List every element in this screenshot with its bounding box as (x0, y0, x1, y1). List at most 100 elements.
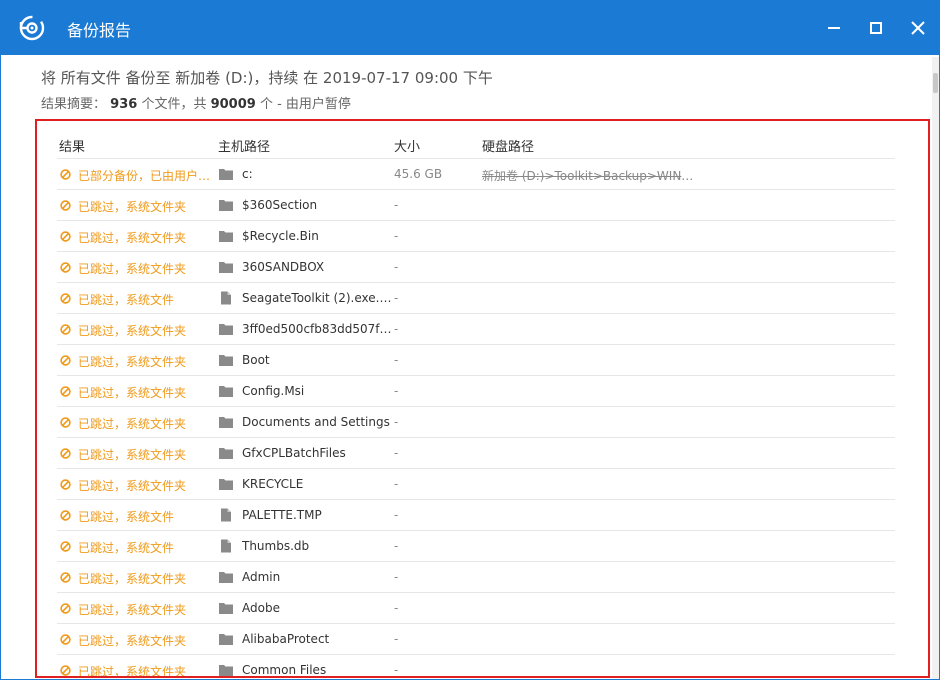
row-disk-path[interactable]: 新加卷 (D:)>Toolkit>Backup>WIN7-PC>c (482, 167, 697, 184)
skipped-status-icon (60, 293, 71, 304)
table-row[interactable]: 已跳过，系统文件夹 Config.Msi - (57, 376, 895, 407)
column-header-disk-path[interactable]: 硬盘路径 (482, 136, 534, 155)
row-size: - (394, 477, 399, 491)
skipped-status-icon (60, 200, 71, 211)
file-icon (218, 291, 234, 305)
row-result: 已跳过，系统文件夹 (78, 572, 187, 586)
row-result: 已部分备份，已由用户暂停 (78, 169, 218, 183)
folder-icon (218, 229, 234, 243)
skipped-status-icon (60, 355, 71, 366)
maximize-button[interactable] (863, 15, 889, 41)
skipped-status-icon (60, 510, 71, 521)
table-header: 结果 主机路径 大小 硬盘路径 (57, 127, 895, 159)
row-size: - (394, 291, 399, 305)
table-row[interactable]: 已跳过，系统文件夹 Adobe - (57, 593, 895, 624)
row-host-path: GfxCPLBatchFiles (242, 446, 346, 460)
row-result: 已跳过，系统文件 (78, 510, 175, 524)
result-summary-mid: 个文件，共 (141, 97, 207, 112)
row-size: - (394, 415, 399, 429)
row-host-path: Thumbs.db (242, 539, 310, 553)
row-host-path: Adobe (242, 601, 280, 615)
row-size: - (394, 601, 399, 615)
close-button[interactable] (905, 15, 931, 41)
row-size: - (394, 353, 399, 367)
table-row[interactable]: 已跳过，系统文件夹 360SANDBOX - (57, 252, 895, 283)
skipped-status-icon (60, 417, 71, 428)
row-result: 已跳过，系统文件夹 (78, 262, 187, 276)
column-header-result[interactable]: 结果 (59, 136, 85, 155)
backup-summary: 将 所有文件 备份至 新加卷 (D:)，持续 在 2019-07-17 09:0… (41, 67, 493, 112)
row-host-path: Boot (242, 353, 270, 367)
folder-icon (218, 322, 234, 336)
row-result: 已跳过，系统文件夹 (78, 603, 187, 617)
table-row[interactable]: 已跳过，系统文件夹 AlibabaProtect - (57, 624, 895, 655)
table-row[interactable]: 已跳过，系统文件 SeagateToolkit (2).exe.crdownloa… (57, 283, 895, 314)
row-host-path: KRECYCLE (242, 477, 304, 491)
skipped-status-icon (60, 634, 71, 645)
row-host-path: Documents and Settings (242, 415, 390, 429)
row-host-path: $Recycle.Bin (242, 229, 319, 243)
folder-icon (218, 570, 234, 584)
backup-app-icon (17, 13, 47, 43)
row-size: - (394, 632, 399, 646)
folder-icon (218, 384, 234, 398)
result-summary-suffix: 个 - 由用户暂停 (259, 97, 351, 112)
skipped-status-icon (60, 324, 71, 335)
row-host-path: Admin (242, 570, 281, 584)
folder-icon (218, 415, 234, 429)
row-host-path: c: (242, 167, 253, 181)
row-host-path: 360SANDBOX (242, 260, 325, 274)
skipped-status-icon (60, 448, 71, 459)
skipped-status-icon (60, 572, 71, 583)
row-result: 已跳过，系统文件 (78, 541, 175, 555)
total-count: 90009 (210, 97, 256, 112)
file-icon (218, 539, 234, 553)
skipped-status-icon (60, 386, 71, 397)
table-row[interactable]: 已跳过，系统文件夹 $360Section - (57, 190, 895, 221)
table-row[interactable]: 已跳过，系统文件夹 Boot - (57, 345, 895, 376)
row-size: - (394, 384, 399, 398)
row-size: - (394, 446, 399, 460)
table-row[interactable]: 已跳过，系统文件夹 Common Files - (57, 655, 895, 678)
table-row[interactable]: 已跳过，系统文件夹 $Recycle.Bin - (57, 221, 895, 252)
row-result: 已跳过，系统文件夹 (78, 355, 187, 369)
result-summary: 结果摘要： 936 个文件，共 90009 个 - 由用户暂停 (41, 93, 493, 112)
minimize-button[interactable] (821, 15, 847, 41)
row-host-path: $360Section (242, 198, 318, 212)
skipped-status-icon (60, 169, 71, 180)
table-row[interactable]: 已跳过，系统文件夹 3ff0ed500cfb83dd507fe55ab3- (57, 314, 895, 345)
column-header-size[interactable]: 大小 (394, 136, 420, 155)
folder-icon (218, 632, 234, 646)
table-row[interactable]: 已跳过，系统文件夹 GfxCPLBatchFiles - (57, 438, 895, 469)
row-result: 已跳过，系统文件夹 (78, 386, 187, 400)
folder-icon (218, 353, 234, 367)
title-bar[interactable]: 备份报告 (1, 1, 939, 55)
row-size: - (394, 508, 399, 522)
scrollbar-thumb[interactable] (933, 73, 938, 93)
table-row[interactable]: 已跳过，系统文件夹 Admin - (57, 562, 895, 593)
column-header-host-path[interactable]: 主机路径 (218, 136, 270, 155)
skipped-status-icon (60, 603, 71, 614)
vertical-scrollbar[interactable] (932, 57, 939, 679)
table-row[interactable]: 已部分备份，已由用户暂停 c: 45.6 GB 新加卷 (D:)>Toolkit>Ba… (57, 159, 895, 190)
row-result: 已跳过，系统文件夹 (78, 665, 187, 678)
row-result: 已跳过，系统文件夹 (78, 479, 187, 493)
row-host-path: 3ff0ed500cfb83dd507fe55ab3 (242, 322, 394, 336)
backup-description: 将 所有文件 备份至 新加卷 (D:)，持续 在 2019-07-17 09:0… (41, 69, 493, 87)
skipped-status-icon (60, 665, 71, 676)
row-size: - (394, 570, 399, 584)
folder-icon (218, 167, 234, 181)
table-row[interactable]: 已跳过，系统文件 PALETTE.TMP - (57, 500, 895, 531)
row-host-path: AlibabaProtect (242, 632, 330, 646)
report-table: 结果 主机路径 大小 硬盘路径 已部分备份，已由用户暂停 c: 45.6 GB 新加卷… (35, 119, 930, 678)
row-result: 已跳过，系统文件夹 (78, 417, 187, 431)
table-row[interactable]: 已跳过，系统文件 Thumbs.db - (57, 531, 895, 562)
table-row[interactable]: 已跳过，系统文件夹 Documents and Settings - (57, 407, 895, 438)
table-row[interactable]: 已跳过，系统文件夹 KRECYCLE - (57, 469, 895, 500)
row-size: - (394, 229, 399, 243)
row-host-path: Common Files (242, 663, 327, 677)
folder-icon (218, 477, 234, 491)
file-count: 936 (110, 97, 138, 112)
skipped-status-icon (60, 231, 71, 242)
backup-report-window: 备份报告 将 所有文件 备份至 新加卷 (D:)，持续 在 2019-07-17… (0, 0, 940, 680)
